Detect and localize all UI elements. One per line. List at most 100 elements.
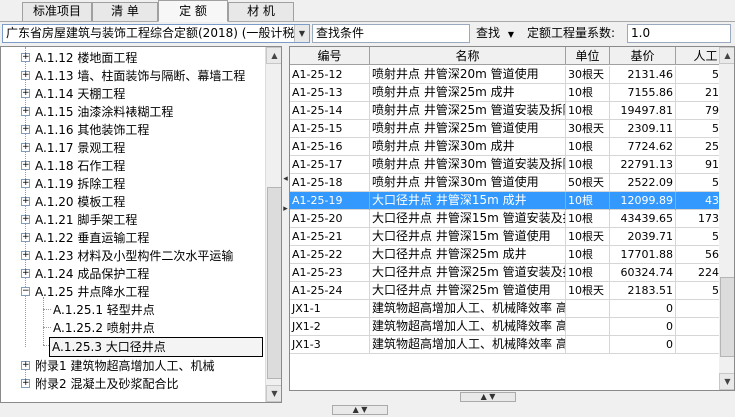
table-row[interactable]: A1-25-14喷射井点 井管深25m 管道安装及拆除10根19497.8179… <box>290 102 734 120</box>
tree-item[interactable]: + A.1.16 其他装饰工程 <box>1 121 263 139</box>
tree-item-label: A.1.13 墙、柱面装饰与隔断、幕墙工程 <box>35 69 246 83</box>
tree-item[interactable]: + A.1.13 墙、柱面装饰与隔断、幕墙工程 <box>1 67 263 85</box>
tree-item[interactable]: + A.1.12 楼地面工程 <box>1 49 263 67</box>
expand-plus-icon[interactable]: + <box>21 89 30 98</box>
table-row[interactable]: JX1-1 建筑物超高增加人工、机械降效率 高度 0 <box>290 300 734 318</box>
tree-item[interactable]: A.1.25.2 喷射井点 <box>1 319 263 337</box>
tree-item[interactable]: + A.1.24 成品保护工程 <box>1 265 263 283</box>
scroll-up-icon[interactable]: ▲ <box>719 47 734 64</box>
scroll-down-icon[interactable]: ▼ <box>266 385 281 402</box>
table-row[interactable]: JX1-2 建筑物超高增加人工、机械降效率 高度 0 <box>290 318 734 336</box>
tab-quota[interactable]: 定 额 <box>158 0 228 22</box>
chevron-down-icon[interactable]: ▼ <box>294 25 309 42</box>
cell-price: 2131.46 <box>610 66 676 84</box>
tree-item[interactable]: + 附录2 混凝土及砂浆配合比 <box>1 375 263 393</box>
expand-plus-icon[interactable]: + <box>21 107 30 116</box>
splitter-handle[interactable]: ▲ ▼ <box>460 392 516 402</box>
table-row[interactable]: A1-25-15喷射井点 井管深25m 管道使用30根天2309.11535 <box>290 120 734 138</box>
tab-standard-items[interactable]: 标准项目 <box>22 2 92 21</box>
chevron-left-icon[interactable]: ◂ <box>282 174 289 184</box>
coef-input[interactable]: 1.0 <box>627 24 731 43</box>
tab-bill[interactable]: 清 单 <box>92 2 158 21</box>
tree-item[interactable]: + A.1.20 模板工程 <box>1 193 263 211</box>
expand-plus-icon[interactable]: + <box>21 197 30 206</box>
expand-plus-icon[interactable]: + <box>21 53 30 62</box>
table-row[interactable]: A1-25-12喷射井点 井管深20m 管道使用30根天2131.46535 <box>290 66 734 84</box>
cell-unit: 50根天 <box>566 174 610 192</box>
table-row[interactable]: JX1-3 建筑物超高增加人工、机械降效率 高度 0 <box>290 336 734 354</box>
expand-plus-icon[interactable]: + <box>21 179 30 188</box>
search-input[interactable]: 查找条件 <box>312 24 470 43</box>
tree-item-label: A.1.25.2 喷射井点 <box>53 321 155 335</box>
expand-plus-icon[interactable]: + <box>21 361 30 370</box>
tree-item[interactable]: + A.1.17 景观工程 <box>1 139 263 157</box>
tree-item-label: A.1.25.1 轻型井点 <box>53 303 155 317</box>
tree-item[interactable]: + A.1.19 拆除工程 <box>1 175 263 193</box>
column-header-code[interactable]: 编号 <box>290 47 370 65</box>
cell-unit <box>566 336 610 354</box>
tree-item-label: A.1.17 景观工程 <box>35 141 126 155</box>
tree-item[interactable]: + A.1.14 天棚工程 <box>1 85 263 103</box>
tree-item[interactable]: + A.1.23 材料及小型构件二次水平运输 <box>1 247 263 265</box>
tree-item[interactable]: + 附录1 建筑物超高增加人工、机械 <box>1 357 263 375</box>
search-button[interactable]: 查找 ▼ <box>476 24 522 43</box>
coef-label: 定额工程量系数: <box>527 26 616 40</box>
cell-code: A1-25-21 <box>290 228 370 246</box>
column-header-price[interactable]: 基价 <box>610 47 676 65</box>
expand-plus-icon[interactable]: + <box>21 71 30 80</box>
expand-plus-icon[interactable]: + <box>21 233 30 242</box>
table-row[interactable]: A1-25-18喷射井点 井管深30m 管道使用50根天2522.09535 <box>290 174 734 192</box>
splitter-handle[interactable]: ▲ ▼ <box>332 405 388 415</box>
scroll-thumb[interactable] <box>720 277 734 357</box>
scroll-thumb[interactable] <box>267 187 281 379</box>
table-row-selected[interactable]: A1-25-19大口径井点 井管深15m 成井10根12099.894364 <box>290 192 734 210</box>
chevron-right-icon[interactable]: ▸ <box>282 204 289 214</box>
quota-library-select[interactable]: 广东省房屋建筑与装饰工程综合定额(2018) (一般计税) ▼ <box>2 24 310 43</box>
table-row[interactable]: A1-25-17喷射井点 井管深30m 管道安装及拆除10根22791.1391… <box>290 156 734 174</box>
tree-item-expanded[interactable]: − A.1.25 井点降水工程 <box>1 283 263 301</box>
tree-item[interactable]: + A.1.21 脚手架工程 <box>1 211 263 229</box>
collapse-minus-icon[interactable]: − <box>21 287 30 296</box>
vertical-splitter[interactable]: ▲ ▼ <box>289 391 735 403</box>
tree-item[interactable]: + A.1.15 油漆涂料裱糊工程 <box>1 103 263 121</box>
table-row[interactable]: A1-25-13喷射井点 井管深25m 成井10根7155.862186 <box>290 84 734 102</box>
scroll-down-icon[interactable]: ▼ <box>719 373 734 390</box>
tree-item-label: A.1.16 其他装饰工程 <box>35 123 150 137</box>
tree-item[interactable]: + A.1.18 石作工程 <box>1 157 263 175</box>
cell-code: A1-25-22 <box>290 246 370 264</box>
cell-code: JX1-2 <box>290 318 370 336</box>
table-row[interactable]: A1-25-21大口径井点 井管深15m 管道使用10根天2039.71535 <box>290 228 734 246</box>
column-header-name[interactable]: 名称 <box>370 47 566 65</box>
cell-price: 19497.81 <box>610 102 676 120</box>
cell-price: 2309.11 <box>610 120 676 138</box>
panel-splitter[interactable]: ◂ ▸ <box>282 46 289 403</box>
cell-code: A1-25-19 <box>290 192 370 210</box>
table-row[interactable]: A1-25-20 大口径井点 井管深15m 管道安装及拆除 10根 43439.65 1… <box>290 210 734 228</box>
expand-plus-icon[interactable]: + <box>21 379 30 388</box>
expand-plus-icon[interactable]: + <box>21 161 30 170</box>
tree-item[interactable]: A.1.25.1 轻型井点 <box>1 301 263 319</box>
tree-item[interactable]: + A.1.22 垂直运输工程 <box>1 229 263 247</box>
tree-item-selected[interactable]: A.1.25.3 大口径井点 <box>1 337 263 357</box>
tab-materials[interactable]: 材 机 <box>228 2 294 21</box>
expand-plus-icon[interactable]: + <box>21 269 30 278</box>
cell-code: A1-25-17 <box>290 156 370 174</box>
cell-unit: 10根 <box>566 264 610 282</box>
tree-item-label: A.1.25 井点降水工程 <box>35 285 150 299</box>
table-vertical-scrollbar[interactable]: ▲ ▼ <box>719 47 734 390</box>
column-header-unit[interactable]: 单位 <box>566 47 610 65</box>
tree-item-label: A.1.20 模板工程 <box>35 195 126 209</box>
table-row[interactable]: A1-25-23 大口径井点 井管深25m 管道安装及拆除 10根 60324.74 2… <box>290 264 734 282</box>
cell-unit: 10根 <box>566 246 610 264</box>
table-row[interactable]: A1-25-24大口径井点 井管深25m 管道使用10根天2183.51535 <box>290 282 734 300</box>
expand-plus-icon[interactable]: + <box>21 251 30 260</box>
cell-price: 0 <box>610 318 676 336</box>
tree-item-label: A.1.21 脚手架工程 <box>35 213 138 227</box>
expand-plus-icon[interactable]: + <box>21 125 30 134</box>
table-row[interactable]: A1-25-16喷射井点 井管深30m 成井10根7724.622522 <box>290 138 734 156</box>
tree-vertical-scrollbar[interactable]: ▲ ▼ <box>265 47 281 402</box>
table-row[interactable]: A1-25-22大口径井点 井管深25m 成井10根17701.885630 <box>290 246 734 264</box>
expand-plus-icon[interactable]: + <box>21 215 30 224</box>
expand-plus-icon[interactable]: + <box>21 143 30 152</box>
scroll-up-icon[interactable]: ▲ <box>266 47 281 64</box>
